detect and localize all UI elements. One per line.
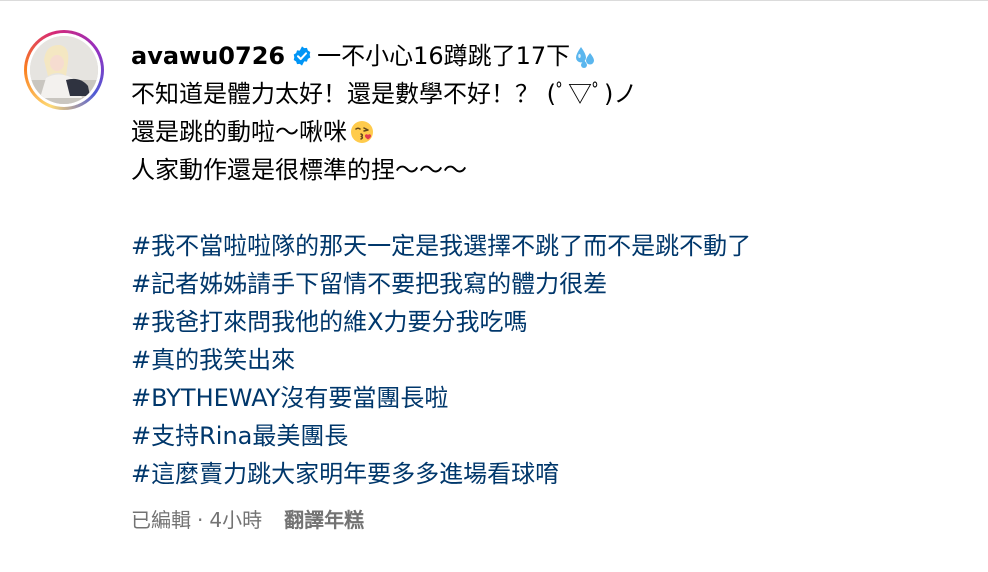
hashtag-link-3[interactable]: #我爸打來問我他的維X力要分我吃嗎 <box>131 303 971 341</box>
kissing-face-icon <box>351 121 373 143</box>
caption-line-2-text: 還是跳的動啦～啾咪 <box>131 118 347 146</box>
verified-badge-icon <box>293 46 311 66</box>
hashtag-link-6[interactable]: #支持Rina最美團長 <box>131 417 971 455</box>
post-time[interactable]: 4小時 <box>209 508 262 532</box>
username-link[interactable]: avawu0726 <box>131 42 285 70</box>
caption-first-line-text: 一不小心16蹲跳了17下 <box>317 42 571 70</box>
hashtag-link-4[interactable]: #真的我笑出來 <box>131 341 971 379</box>
hashtag-link-1[interactable]: #我不當啦啦隊的那天一定是我選擇不跳了而不是跳不動了 <box>131 227 971 265</box>
post-meta-row: 已編輯 · 4小時 翻譯年糕 <box>131 504 364 533</box>
avatar[interactable] <box>24 30 104 110</box>
caption-text: avawu0726 一不小心16蹲跳了17下 不知道是體力太好！還是數學不好！？ … <box>131 37 971 493</box>
avatar-photo <box>30 36 98 104</box>
sweat-droplets-icon <box>576 47 595 68</box>
avatar-photo-icon <box>30 36 98 104</box>
translate-button[interactable]: 翻譯年糕 <box>284 508 364 532</box>
caption-line-1: 不知道是體力太好！還是數學不好！？ (ﾟ▽ﾟ)ノ <box>131 80 638 108</box>
caption-line-3: 人家動作還是很標準的捏～～～ <box>131 156 467 184</box>
caption-line-2: 還是跳的動啦～啾咪 <box>131 113 971 151</box>
edited-label: 已編輯 <box>131 508 191 532</box>
meta-separator: · <box>197 508 204 532</box>
caption-first-line: avawu0726 一不小心16蹲跳了17下 <box>131 37 971 75</box>
hashtag-link-5[interactable]: #BYTHEWAY沒有要當團長啦 <box>131 379 971 417</box>
hashtag-link-2[interactable]: #記者姊姊請手下留情不要把我寫的體力很差 <box>131 265 971 303</box>
hashtag-link-7[interactable]: #這麼賣力跳大家明年要多多進場看球唷 <box>131 455 971 493</box>
post-caption-block: avawu0726 一不小心16蹲跳了17下 不知道是體力太好！還是數學不好！？ … <box>0 0 988 572</box>
